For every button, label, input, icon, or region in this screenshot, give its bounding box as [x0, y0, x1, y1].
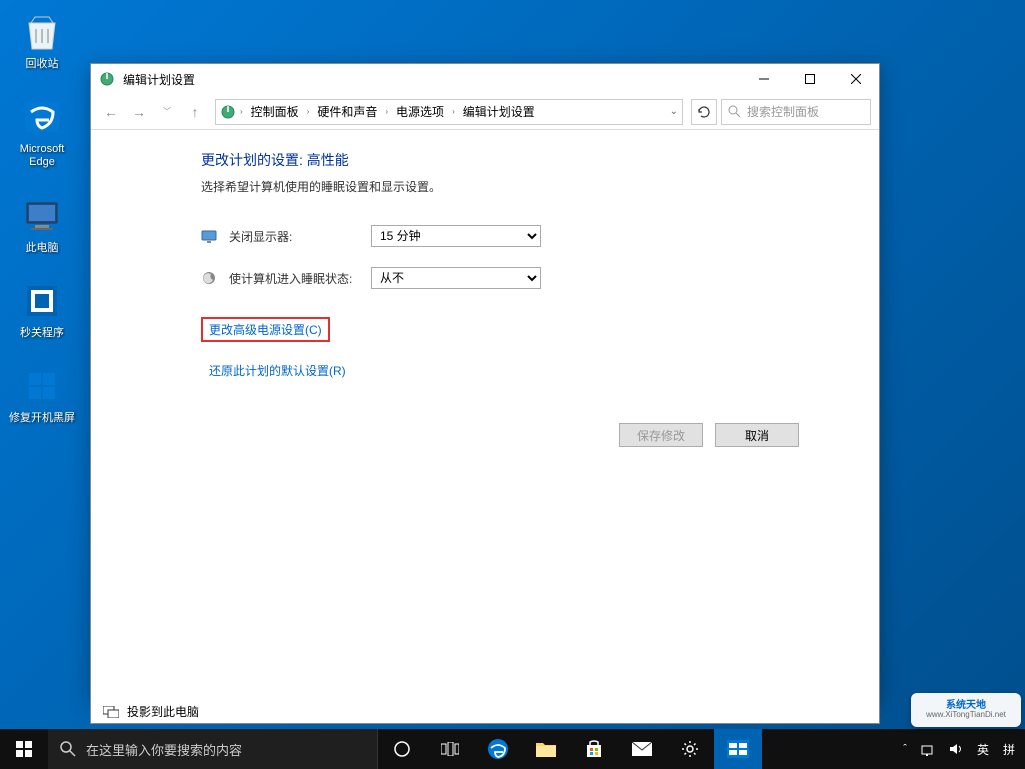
system-tray: ˆ 英 拼: [897, 729, 1025, 769]
cancel-button[interactable]: 取消: [715, 423, 799, 447]
desktop-icon-fix-boot[interactable]: 修复开机黑屏: [4, 362, 80, 427]
shutdown-icon: [20, 279, 64, 323]
setting-turn-off-display: 关闭显示器: 15 分钟: [201, 225, 839, 247]
taskbar-mail[interactable]: [618, 729, 666, 769]
taskbar-search-placeholder: 在这里输入你要搜索的内容: [86, 740, 242, 759]
chevron-right-icon: ›: [385, 107, 388, 116]
sleep-timeout-select[interactable]: 从不: [371, 267, 541, 289]
content-area: 更改计划的设置: 高性能 选择希望计算机使用的睡眠设置和显示设置。 关闭显示器:…: [91, 130, 879, 700]
taskbar-icons: [378, 729, 762, 769]
tray-ime-mode[interactable]: 拼: [997, 729, 1021, 769]
task-view-button[interactable]: [426, 729, 474, 769]
search-icon: [728, 105, 741, 118]
nav-recent-button[interactable]: ﹀: [155, 100, 179, 124]
titlebar: 编辑计划设置: [91, 64, 879, 94]
windows-icon: [16, 741, 32, 757]
projection-notice: 投影到此电脑: [90, 700, 880, 724]
chevron-down-icon[interactable]: ⌄: [670, 106, 678, 117]
desktop-icons: 回收站 Microsoft Edge 此电脑 秒关程序 修复开机黑屏: [4, 8, 80, 427]
restore-defaults-link[interactable]: 还原此计划的默认设置(R): [201, 358, 354, 383]
advanced-link-row: 更改高级电源设置(C): [201, 317, 839, 342]
desktop-icon-label: 修复开机黑屏: [9, 412, 75, 425]
power-options-icon: [220, 104, 236, 120]
recycle-bin-icon: [20, 10, 64, 54]
taskbar: 在这里输入你要搜索的内容 ˆ: [0, 729, 1025, 769]
desktop-icon-edge[interactable]: Microsoft Edge: [4, 93, 80, 171]
taskbar-edge[interactable]: [474, 729, 522, 769]
desktop-icon-this-pc[interactable]: 此电脑: [4, 192, 80, 257]
restore-link-row: 还原此计划的默认设置(R): [201, 358, 839, 383]
this-pc-icon: [20, 194, 64, 238]
page-heading: 更改计划的设置: 高性能: [201, 150, 839, 170]
nav-forward-button: →: [127, 100, 151, 124]
power-options-icon: [99, 71, 115, 87]
taskbar-control-panel[interactable]: [714, 729, 762, 769]
projection-label: 投影到此电脑: [127, 703, 199, 720]
watermark: 系统天地 www.XiTongTianDi.net: [911, 693, 1021, 727]
tray-ime-lang[interactable]: 英: [971, 729, 995, 769]
advanced-power-settings-link[interactable]: 更改高级电源设置(C): [201, 317, 330, 342]
refresh-button[interactable]: [691, 99, 717, 125]
display-timeout-select[interactable]: 15 分钟: [371, 225, 541, 247]
start-button[interactable]: [0, 729, 48, 769]
tray-volume-icon[interactable]: [943, 729, 969, 769]
chevron-right-icon: ›: [307, 107, 310, 116]
minimize-button[interactable]: [741, 64, 787, 94]
search-input[interactable]: 搜索控制面板: [721, 99, 871, 125]
taskbar-explorer[interactable]: [522, 729, 570, 769]
address-bar[interactable]: › 控制面板 › 硬件和声音 › 电源选项 › 编辑计划设置 ⌄: [215, 99, 683, 125]
page-description: 选择希望计算机使用的睡眠设置和显示设置。: [201, 178, 839, 195]
taskbar-store[interactable]: [570, 729, 618, 769]
nav-up-button[interactable]: ↑: [183, 100, 207, 124]
desktop-icon-label: 回收站: [26, 58, 59, 71]
maximize-button[interactable]: [787, 64, 833, 94]
projection-icon: [103, 706, 119, 718]
fix-boot-icon: [20, 364, 64, 408]
taskbar-settings[interactable]: [666, 729, 714, 769]
search-icon: [60, 741, 76, 757]
watermark-sub: www.XiTongTianDi.net: [926, 711, 1006, 720]
search-placeholder: 搜索控制面板: [747, 103, 819, 120]
desktop-icon-label: Microsoft Edge: [6, 143, 78, 169]
button-row: 保存修改 取消: [201, 423, 839, 447]
display-icon: [201, 228, 217, 244]
chevron-right-icon: ›: [240, 107, 243, 116]
desktop-icon-label: 此电脑: [26, 242, 59, 255]
tray-overflow-button[interactable]: ˆ: [897, 729, 913, 769]
breadcrumb-item[interactable]: 电源选项: [392, 101, 448, 122]
breadcrumb-item[interactable]: 控制面板: [247, 101, 303, 122]
desktop-icon-label: 秒关程序: [20, 327, 64, 340]
nav-back-button[interactable]: ←: [99, 100, 123, 124]
navigation-row: ← → ﹀ ↑ › 控制面板 › 硬件和声音 › 电源选项 › 编辑计划设置 ⌄…: [91, 94, 879, 130]
setting-label: 使计算机进入睡眠状态:: [229, 270, 359, 287]
setting-sleep: 使计算机进入睡眠状态: 从不: [201, 267, 839, 289]
close-button[interactable]: [833, 64, 879, 94]
save-button: 保存修改: [619, 423, 703, 447]
sleep-icon: [201, 270, 217, 286]
desktop-icon-recycle-bin[interactable]: 回收站: [4, 8, 80, 73]
chevron-right-icon: ›: [452, 107, 455, 116]
edge-icon: [20, 95, 64, 139]
desktop-icon-shutdown[interactable]: 秒关程序: [4, 277, 80, 342]
window-controls: [741, 64, 879, 94]
cortana-button[interactable]: [378, 729, 426, 769]
setting-label: 关闭显示器:: [229, 228, 359, 245]
tray-network-icon[interactable]: [915, 729, 941, 769]
breadcrumb-item[interactable]: 编辑计划设置: [459, 101, 539, 122]
control-panel-window: 编辑计划设置 ← → ﹀ ↑ › 控制面板 › 硬件和声音 › 电源选项 ›: [90, 63, 880, 701]
taskbar-search[interactable]: 在这里输入你要搜索的内容: [48, 729, 378, 769]
breadcrumb-item[interactable]: 硬件和声音: [313, 101, 381, 122]
